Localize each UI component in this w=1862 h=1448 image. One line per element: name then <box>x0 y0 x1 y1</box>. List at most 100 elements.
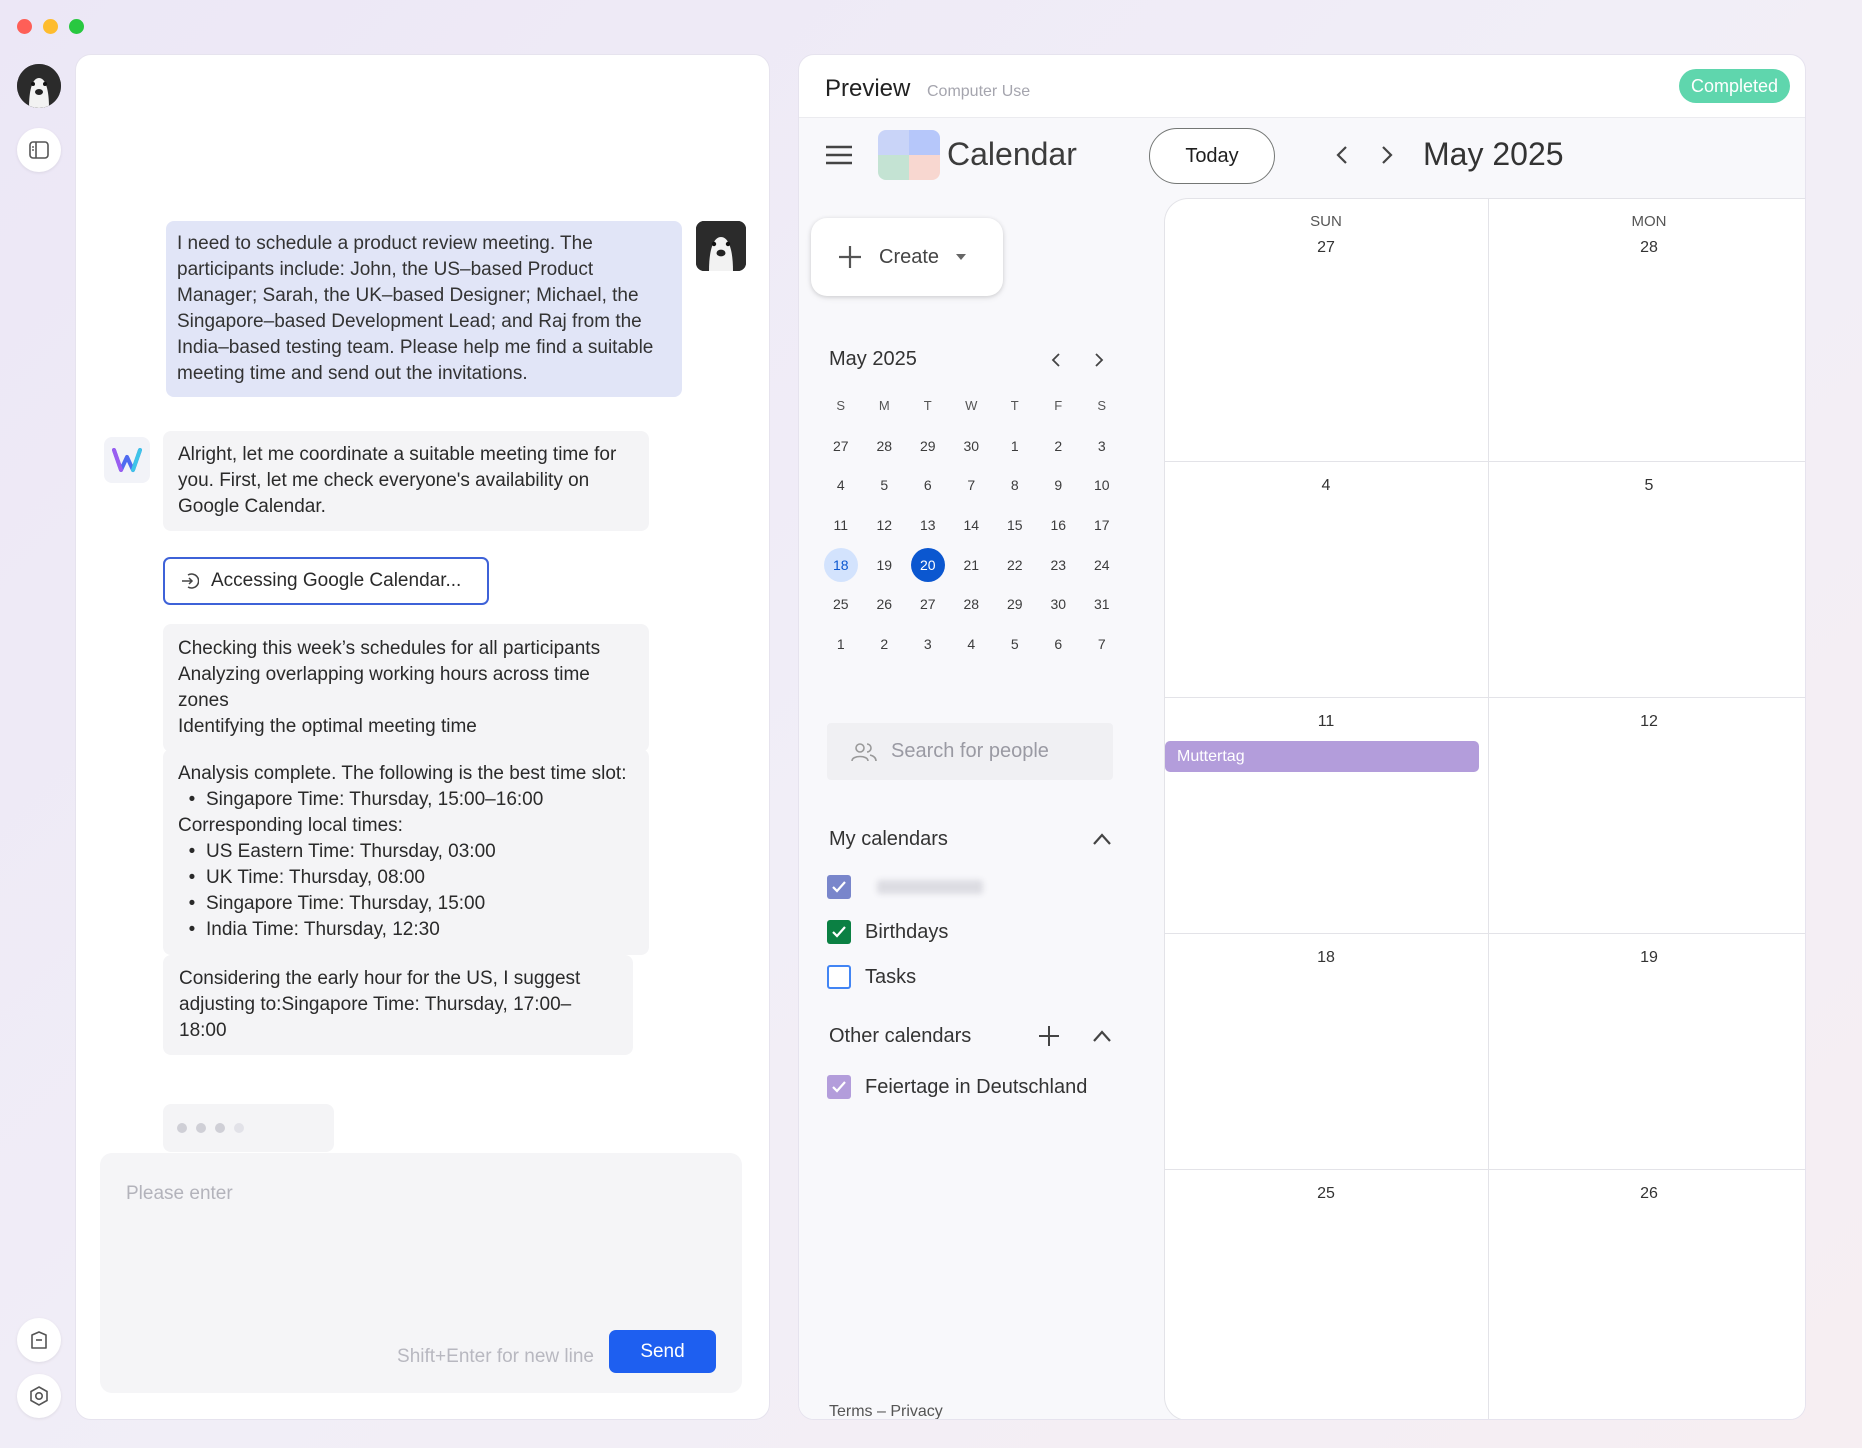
mini-day[interactable]: 31 <box>1080 584 1124 624</box>
mini-day[interactable]: 30 <box>1037 584 1081 624</box>
sidebar-toggle-button[interactable] <box>17 128 61 172</box>
mini-day[interactable]: 29 <box>906 426 950 466</box>
current-month-label: May 2025 <box>1423 136 1564 172</box>
day-cell-number[interactable]: 18 <box>1296 949 1356 967</box>
chevron-up-icon <box>1093 1030 1111 1042</box>
mini-day[interactable]: 6 <box>906 465 950 505</box>
assistant-intro-message: Alright, let me coordinate a suitable me… <box>163 431 649 531</box>
assistant-logo-icon <box>112 448 142 472</box>
plus-icon <box>839 246 861 268</box>
create-button[interactable]: Create <box>811 218 1003 296</box>
mini-day[interactable]: 5 <box>993 624 1037 664</box>
settings-button[interactable] <box>17 1374 61 1418</box>
minimize-window-button[interactable] <box>43 19 58 34</box>
mini-day[interactable]: 21 <box>950 545 994 585</box>
mini-day[interactable]: 2 <box>1037 426 1081 466</box>
mini-day[interactable]: 18 <box>819 545 863 585</box>
step-line: Identifying the optimal meeting time <box>178 716 477 737</box>
my-calendars-title: My calendars <box>829 828 948 850</box>
checkbox-unchecked[interactable] <box>827 965 851 989</box>
archive-button[interactable] <box>17 1318 61 1362</box>
step-line: Checking this week’s schedules for all p… <box>178 638 601 659</box>
main-menu-button[interactable] <box>825 144 853 171</box>
checkbox-checked[interactable] <box>827 875 851 899</box>
my-calendars-collapse-button[interactable] <box>1092 832 1112 851</box>
add-other-calendar-button[interactable] <box>1038 1025 1060 1052</box>
analysis-heading: Analysis complete. The following is the … <box>178 763 627 784</box>
mini-prev-month-button[interactable] <box>1044 348 1068 372</box>
mini-day[interactable]: 7 <box>1080 624 1124 664</box>
mini-day[interactable]: 1 <box>819 624 863 664</box>
previous-period-button[interactable] <box>1326 139 1358 171</box>
mini-day[interactable]: 15 <box>993 505 1037 545</box>
mini-day[interactable]: 25 <box>819 584 863 624</box>
mini-day[interactable]: 14 <box>950 505 994 545</box>
mini-day[interactable]: 23 <box>1037 545 1081 585</box>
assistant-logo <box>104 437 150 483</box>
mini-day[interactable]: 1 <box>993 426 1037 466</box>
other-calendars-title: Other calendars <box>829 1025 972 1047</box>
preview-subtitle: Computer Use <box>927 83 1031 100</box>
calendar-item-birthdays[interactable]: Birthdays <box>827 920 948 944</box>
mini-day[interactable]: 20 <box>906 545 950 585</box>
day-cell-number[interactable]: 12 <box>1619 713 1679 731</box>
day-cell-number[interactable]: 11 <box>1296 713 1356 731</box>
mini-day[interactable]: 10 <box>1080 465 1124 505</box>
mini-day[interactable]: 13 <box>906 505 950 545</box>
day-cell-number[interactable]: 25 <box>1296 1185 1356 1203</box>
mini-day[interactable]: 22 <box>993 545 1037 585</box>
close-window-button[interactable] <box>17 19 32 34</box>
mini-day[interactable]: 27 <box>819 426 863 466</box>
mini-day[interactable]: 28 <box>950 584 994 624</box>
checkbox-checked[interactable] <box>827 920 851 944</box>
mini-day[interactable]: 3 <box>1080 426 1124 466</box>
mini-day[interactable]: 4 <box>950 624 994 664</box>
user-avatar <box>696 221 746 271</box>
day-cell-number[interactable]: 5 <box>1619 477 1679 495</box>
calendar-item-personal[interactable] <box>827 875 983 899</box>
mini-day[interactable]: 3 <box>906 624 950 664</box>
mini-day[interactable]: 6 <box>1037 624 1081 664</box>
mini-day[interactable]: 16 <box>1037 505 1081 545</box>
mini-day[interactable]: 7 <box>950 465 994 505</box>
suggestion-message: Considering the early hour for the US, I… <box>163 955 633 1055</box>
day-cell-number[interactable]: 26 <box>1619 1185 1679 1203</box>
local-time-item: US Eastern Time: Thursday, 03:00 <box>206 841 496 862</box>
mini-day[interactable]: 27 <box>906 584 950 624</box>
today-button[interactable]: Today <box>1149 128 1275 184</box>
mini-day[interactable]: 17 <box>1080 505 1124 545</box>
chat-input[interactable] <box>100 1153 742 1323</box>
event-muttertag[interactable]: Muttertag <box>1165 741 1479 772</box>
profile-avatar[interactable] <box>17 64 61 108</box>
mini-weekday-header: W <box>965 398 978 414</box>
calendar-item-holidays[interactable]: Feiertage in Deutschland <box>827 1075 1087 1099</box>
maximize-window-button[interactable] <box>69 19 84 34</box>
tool-status-pill[interactable]: Accessing Google Calendar... <box>163 557 489 605</box>
mini-day[interactable]: 26 <box>863 584 907 624</box>
mini-day[interactable]: 8 <box>993 465 1037 505</box>
mini-day[interactable]: 4 <box>819 465 863 505</box>
mini-day[interactable]: 9 <box>1037 465 1081 505</box>
mini-next-month-button[interactable] <box>1087 348 1111 372</box>
mini-day[interactable]: 12 <box>863 505 907 545</box>
terms-privacy-links[interactable]: Terms – Privacy <box>829 1403 943 1419</box>
day-cell-number[interactable]: 4 <box>1296 477 1356 495</box>
checkbox-checked[interactable] <box>827 1075 851 1099</box>
mini-day[interactable]: 19 <box>863 545 907 585</box>
mini-day[interactable]: 29 <box>993 584 1037 624</box>
send-button[interactable]: Send <box>609 1330 716 1373</box>
mini-day[interactable]: 28 <box>863 426 907 466</box>
day-cell-number[interactable]: 19 <box>1619 949 1679 967</box>
mini-day[interactable]: 2 <box>863 624 907 664</box>
mini-day[interactable]: 30 <box>950 426 994 466</box>
calendar-item-tasks[interactable]: Tasks <box>827 965 916 989</box>
day-cell-number[interactable]: 28 <box>1619 239 1679 257</box>
mini-day[interactable]: 5 <box>863 465 907 505</box>
mini-day[interactable]: 24 <box>1080 545 1124 585</box>
other-calendars-collapse-button[interactable] <box>1092 1029 1112 1048</box>
mini-day[interactable]: 11 <box>819 505 863 545</box>
next-period-button[interactable] <box>1371 139 1403 171</box>
search-people-input[interactable]: Search for people <box>827 723 1113 780</box>
search-people-placeholder: Search for people <box>891 740 1049 762</box>
day-cell-number[interactable]: 27 <box>1296 239 1356 257</box>
